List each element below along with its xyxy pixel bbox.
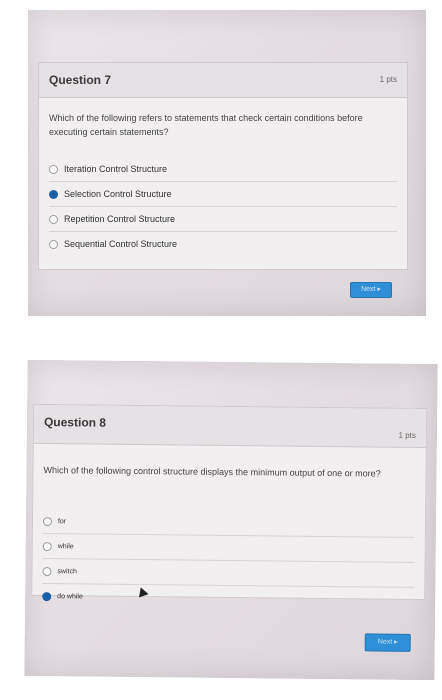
question-8-card: Question 8 1 pts Which of the following …: [31, 403, 428, 601]
radio-button[interactable]: [49, 239, 58, 249]
next-button[interactable]: Next ▸: [364, 633, 411, 652]
radio-button[interactable]: [42, 541, 52, 551]
answer-option[interactable]: for: [42, 509, 416, 538]
answer-option[interactable]: while: [42, 534, 415, 563]
answer-options: Iteration Control Structure Selection Co…: [49, 157, 397, 256]
option-label: Iteration Control Structure: [64, 164, 168, 174]
answer-option[interactable]: Sequential Control Structure: [49, 232, 397, 256]
option-label: switch: [57, 567, 77, 575]
option-label: Selection Control Structure: [64, 189, 172, 199]
question-7-header: Question 7 1 pts: [39, 63, 407, 98]
cropped-header-strip: [28, 360, 438, 378]
radio-button-selected[interactable]: [42, 591, 52, 601]
question-points: 1 pts: [379, 75, 397, 84]
answer-option[interactable]: Selection Control Structure: [49, 182, 397, 207]
option-label: Repetition Control Structure: [64, 214, 176, 224]
question-8-photo: Question 8 1 pts Which of the following …: [24, 359, 438, 681]
radio-button-selected[interactable]: [49, 189, 58, 199]
question-title: Question 7: [49, 73, 112, 87]
question-points: 1 pts: [398, 430, 416, 440]
answer-option[interactable]: do while: [42, 584, 414, 612]
next-button[interactable]: Next ▸: [350, 282, 392, 298]
option-label: while: [57, 542, 74, 550]
option-label: do while: [57, 592, 83, 600]
question-prompt: Which of the following refers to stateme…: [49, 113, 363, 137]
answer-option[interactable]: Iteration Control Structure: [49, 157, 397, 182]
question-7-photo: Question 7 1 pts Which of the following …: [28, 10, 426, 316]
radio-button[interactable]: [49, 214, 58, 224]
radio-button[interactable]: [42, 516, 53, 526]
question-7-card: Question 7 1 pts Which of the following …: [38, 62, 408, 270]
answer-option[interactable]: switch: [42, 559, 415, 588]
option-label: for: [57, 517, 67, 525]
question-prompt: Which of the following control structure…: [43, 465, 381, 479]
question-title: Question 8: [43, 415, 107, 430]
cropped-header-strip: [28, 10, 426, 24]
radio-button[interactable]: [49, 164, 58, 174]
question-8-header: Question 8 1 pts: [33, 404, 427, 449]
answer-options: for while switch do while: [42, 509, 416, 612]
radio-button[interactable]: [42, 566, 52, 576]
option-label: Sequential Control Structure: [64, 239, 178, 249]
answer-option[interactable]: Repetition Control Structure: [49, 207, 397, 232]
